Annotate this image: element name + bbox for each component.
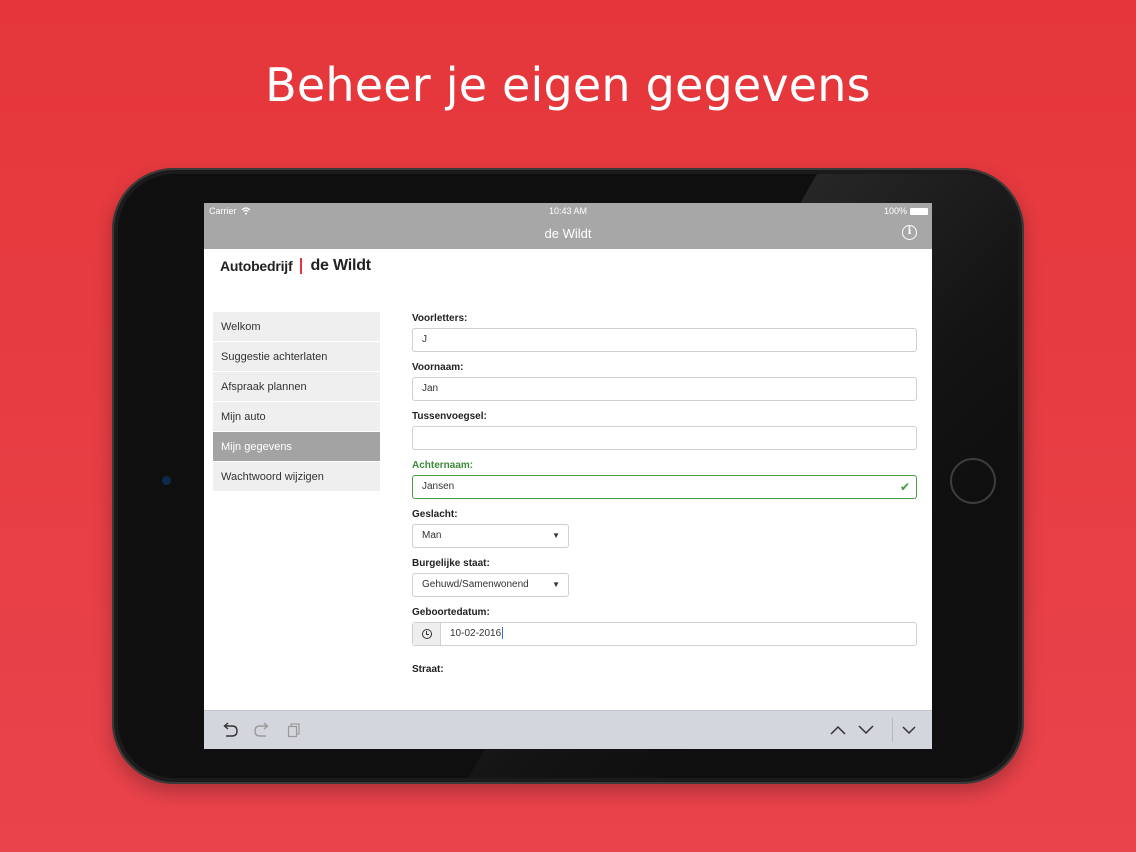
voornaam-input[interactable]: Jan [412, 377, 917, 401]
straat-label: Straat: [412, 664, 444, 675]
field-tussenvoegsel: Tussenvoegsel: [412, 411, 917, 450]
battery-icon [910, 207, 928, 215]
achternaam-value: Jansen [422, 481, 455, 492]
headline: Beheer je eigen gegevens [265, 58, 871, 112]
geboortedatum-value-wrap: 10-02-2016 [441, 623, 504, 645]
home-button[interactable] [950, 458, 996, 504]
battery-percent: 100% [883, 206, 907, 216]
sidebar-item-mijn-gegevens[interactable]: Mijn gegevens [213, 432, 380, 462]
sidebar-item-suggestie[interactable]: Suggestie achterlaten [213, 342, 380, 372]
achternaam-label: Achternaam: [412, 460, 474, 471]
burgerlijke-staat-label: Burgelijke staat: [412, 558, 490, 569]
text-cursor [502, 627, 504, 640]
logo-text-autobedrijf: Autobedrijf [220, 258, 293, 274]
keyboard-accessory-bar [204, 710, 932, 749]
dismiss-keyboard-icon[interactable] [899, 720, 919, 740]
sidebar-menu: Welkom Suggestie achterlaten Afspraak pl… [213, 312, 380, 492]
clock-icon [421, 629, 432, 639]
nav-title: de Wildt [544, 226, 592, 241]
check-icon: ✔ [899, 480, 910, 494]
caret-down-icon: ▼ [552, 580, 560, 589]
burgerlijke-staat-select[interactable]: Gehuwd/Samenwonend ▼ [412, 573, 569, 597]
geboortedatum-label: Geboortedatum: [412, 607, 490, 618]
redo-icon[interactable] [252, 720, 272, 740]
caret-down-icon: ▼ [552, 531, 560, 540]
field-voornaam: Voornaam: Jan [412, 362, 917, 401]
achternaam-input[interactable]: Jansen ✔ [412, 475, 917, 499]
field-achternaam: Achternaam: Jansen ✔ [412, 460, 917, 499]
app-screen: Carrier 10:43 AM 100% de Wildt i Autobed… [204, 203, 932, 749]
burgerlijke-staat-value: Gehuwd/Samenwonend [422, 579, 529, 590]
chevron-up-icon[interactable] [828, 720, 848, 740]
field-voorletters: Voorletters: J [412, 313, 917, 352]
brand-logo: Autobedrijf de Wildt [220, 257, 371, 275]
voorletters-input[interactable]: J [412, 328, 917, 352]
toolbar-divider [892, 718, 893, 742]
paste-icon[interactable] [284, 720, 304, 740]
field-geboortedatum: Geboortedatum: 10-02-2016 [412, 607, 917, 646]
geslacht-value: Man [422, 530, 442, 541]
tussenvoegsel-label: Tussenvoegsel: [412, 411, 487, 422]
geslacht-select[interactable]: Man ▼ [412, 524, 569, 548]
tussenvoegsel-input[interactable] [412, 426, 917, 450]
logo-text-de-wildt: de Wildt [310, 257, 371, 274]
sidebar-item-afspraak[interactable]: Afspraak plannen [213, 372, 380, 402]
field-straat: Straat: [412, 664, 917, 679]
date-picker-addon[interactable] [413, 623, 441, 645]
camera-icon [162, 476, 171, 485]
voorletters-label: Voorletters: [412, 313, 468, 324]
status-battery: 100% [884, 206, 928, 216]
info-icon[interactable]: i [902, 225, 917, 240]
sidebar-item-mijn-auto[interactable]: Mijn auto [213, 402, 380, 432]
chevron-down-icon[interactable] [856, 720, 876, 740]
geboortedatum-input[interactable]: 10-02-2016 [412, 622, 917, 646]
undo-icon[interactable] [220, 720, 240, 740]
geslacht-label: Geslacht: [412, 509, 458, 520]
sidebar-item-welkom[interactable]: Welkom [213, 312, 380, 342]
geboortedatum-value: 10-02-2016 [450, 628, 502, 639]
field-geslacht: Geslacht: Man ▼ [412, 509, 917, 548]
field-burgerlijke-staat: Burgelijke staat: Gehuwd/Samenwonend ▼ [412, 558, 917, 597]
logo-divider [300, 258, 303, 274]
sidebar-item-wachtwoord[interactable]: Wachtwoord wijzigen [213, 462, 380, 492]
status-time: 10:43 AM [548, 206, 588, 216]
personal-data-form: Voorletters: J Voornaam: Jan Tussenvoegs… [412, 313, 917, 689]
voornaam-label: Voornaam: [412, 362, 464, 373]
navigation-bar: Carrier 10:43 AM 100% de Wildt i [204, 203, 932, 249]
